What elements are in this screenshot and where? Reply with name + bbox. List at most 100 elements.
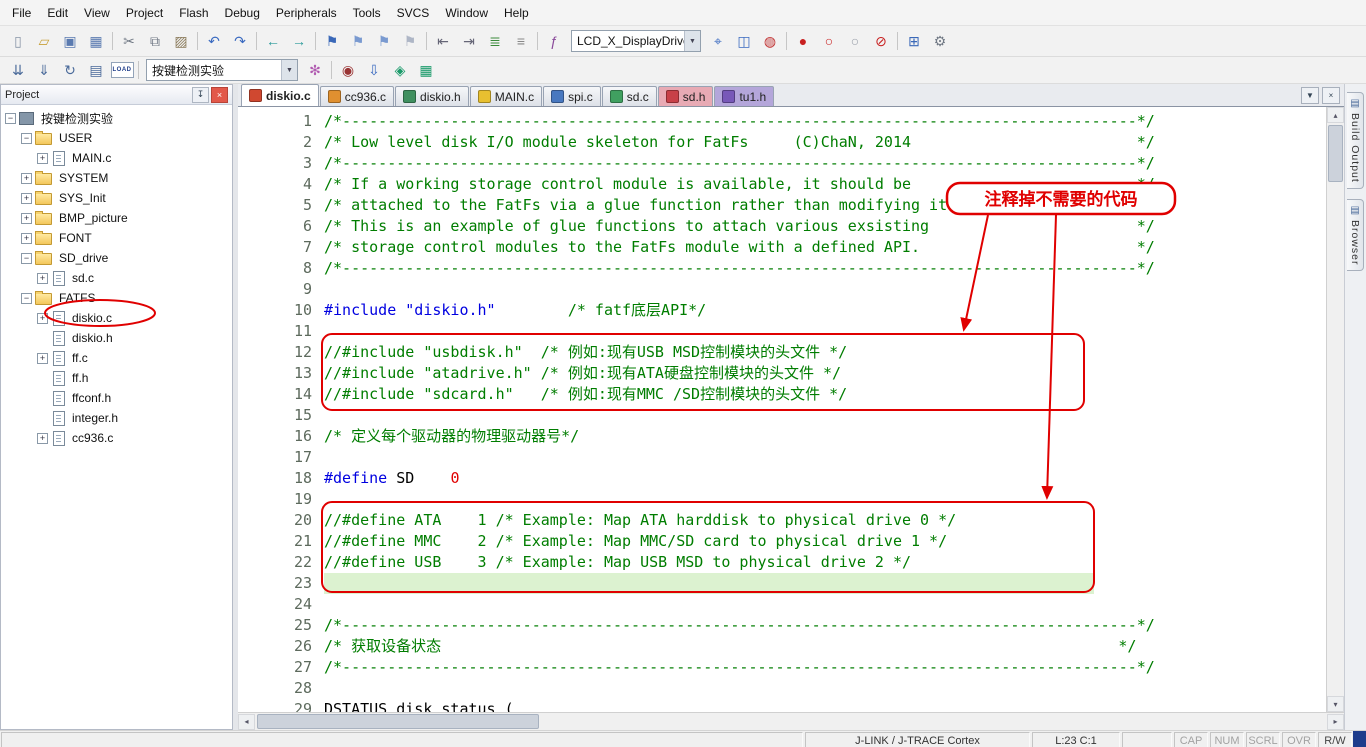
menu-item-peripherals[interactable]: Peripherals: [268, 2, 345, 24]
insert-breakpoint-button[interactable]: ●: [790, 29, 816, 53]
options-for-target-button[interactable]: ✻: [302, 58, 328, 82]
code-line-6[interactable]: 6 /* This is an example of glue functions…: [238, 216, 1326, 237]
search-magnifier-button[interactable]: ◍: [757, 29, 783, 53]
expand-icon[interactable]: +: [21, 212, 32, 224]
code-line-4[interactable]: 4 /* If a working storage control module …: [238, 174, 1326, 195]
expand-icon[interactable]: +: [21, 192, 32, 204]
tree-item-ff.c[interactable]: + ff.c: [1, 348, 232, 368]
kill-all-breakpoints-button[interactable]: ⊘: [868, 29, 894, 53]
editor-vscrollbar[interactable]: ▴ ▾: [1326, 107, 1344, 712]
code-area[interactable]: 1 /*-------------------------------------…: [238, 107, 1326, 712]
code-line-23[interactable]: 23: [238, 573, 1326, 594]
expand-icon[interactable]: +: [37, 312, 48, 324]
scroll-right-icon[interactable]: ▸: [1327, 713, 1344, 730]
scroll-up-icon[interactable]: ▴: [1327, 107, 1344, 123]
clear-bookmarks-button[interactable]: ⚑: [397, 29, 423, 53]
copy-button[interactable]: ⧉: [142, 29, 168, 53]
expand-icon[interactable]: +: [37, 432, 48, 444]
save-all-button[interactable]: ▦: [83, 29, 109, 53]
enable-breakpoint-button[interactable]: ○: [816, 29, 842, 53]
redo-button[interactable]: ↷: [227, 29, 253, 53]
collapse-icon[interactable]: −: [21, 132, 32, 144]
tab-list-dropdown[interactable]: ▼: [1301, 86, 1319, 104]
tree-item-按键检测实验[interactable]: − 按键检测实验: [1, 108, 232, 128]
tree-item-FATFS[interactable]: − FATFS: [1, 288, 232, 308]
tree-item-ff.h[interactable]: ff.h: [1, 368, 232, 388]
uncomment-button[interactable]: ≡: [508, 29, 534, 53]
tree-item-SD_drive[interactable]: − SD_drive: [1, 248, 232, 268]
translate-file-button[interactable]: ⇊: [5, 58, 31, 82]
configure-button[interactable]: ⚙: [927, 29, 953, 53]
menu-item-flash[interactable]: Flash: [171, 2, 216, 24]
collapse-icon[interactable]: −: [21, 292, 32, 304]
tree-item-SYS_Init[interactable]: + SYS_Init: [1, 188, 232, 208]
tree-item-cc936.c[interactable]: + cc936.c: [1, 428, 232, 448]
disable-all-breakpoints-button[interactable]: ○: [842, 29, 868, 53]
code-line-1[interactable]: 1 /*-------------------------------------…: [238, 111, 1326, 132]
comment-button[interactable]: ≣: [482, 29, 508, 53]
code-line-20[interactable]: 20 //#define ATA 1 /* Example: Map ATA ha…: [238, 510, 1326, 531]
tree-item-SYSTEM[interactable]: + SYSTEM: [1, 168, 232, 188]
code-line-10[interactable]: 10 #include "diskio.h" /* fatf底层API*/: [238, 300, 1326, 321]
editor-hscrollbar[interactable]: ◂ ▸: [238, 712, 1344, 730]
tab-MAIN.c[interactable]: MAIN.c: [469, 86, 543, 106]
close-tab-button[interactable]: ×: [1322, 86, 1340, 104]
tree-item-USER[interactable]: − USER: [1, 128, 232, 148]
batch-build-button[interactable]: ▤: [83, 58, 109, 82]
collapse-icon[interactable]: −: [21, 252, 32, 264]
close-panel-button[interactable]: ×: [211, 86, 228, 103]
toggle-bookmark-button[interactable]: ⚑: [319, 29, 345, 53]
menu-item-view[interactable]: View: [76, 2, 118, 24]
dock-tab-build-output[interactable]: ▤ Build Output: [1347, 92, 1364, 189]
code-line-28[interactable]: 28: [238, 678, 1326, 699]
paste-button[interactable]: ▨: [168, 29, 194, 53]
code-line-24[interactable]: 24: [238, 594, 1326, 615]
code-line-27[interactable]: 27 /*------------------------------------…: [238, 657, 1326, 678]
code-line-19[interactable]: 19: [238, 489, 1326, 510]
tab-sd.c[interactable]: sd.c: [601, 86, 657, 106]
tab-sd.h[interactable]: sd.h: [657, 86, 714, 106]
build-button[interactable]: ⇓: [31, 58, 57, 82]
tree-item-sd.c[interactable]: + sd.c: [1, 268, 232, 288]
window-layout-button[interactable]: ⊞: [901, 29, 927, 53]
code-line-29[interactable]: 29 DSTATUS disk_status (: [238, 699, 1326, 712]
collapse-icon[interactable]: −: [5, 112, 16, 124]
flash-download-button[interactable]: ⇩: [361, 58, 387, 82]
code-line-12[interactable]: 12 //#include "usbdisk.h" /* 例如:现有USB MSD…: [238, 342, 1326, 363]
tab-cc936.c[interactable]: cc936.c: [319, 86, 395, 106]
menu-item-edit[interactable]: Edit: [39, 2, 76, 24]
load-button[interactable]: LOAD: [109, 58, 135, 82]
code-line-7[interactable]: 7 /* storage control modules to the FatFs…: [238, 237, 1326, 258]
code-line-11[interactable]: 11: [238, 321, 1326, 342]
menu-item-file[interactable]: File: [4, 2, 39, 24]
cut-button[interactable]: ✂: [116, 29, 142, 53]
search-combo[interactable]: LCD_X_DisplayDriver ▼: [571, 30, 701, 52]
rebuild-button[interactable]: ↻: [57, 58, 83, 82]
tab-tu1.h[interactable]: tu1.h: [714, 86, 775, 106]
new-file-button[interactable]: ▯: [5, 29, 31, 53]
scroll-left-icon[interactable]: ◂: [238, 713, 255, 730]
pack-installer-button[interactable]: ▦: [413, 58, 439, 82]
find-in-files-button[interactable]: ◫: [731, 29, 757, 53]
indent-button[interactable]: ⇥: [456, 29, 482, 53]
code-line-25[interactable]: 25 /*------------------------------------…: [238, 615, 1326, 636]
expand-icon[interactable]: +: [21, 172, 32, 184]
function-list-button[interactable]: ƒ: [541, 29, 567, 53]
tree-item-integer.h[interactable]: integer.h: [1, 408, 232, 428]
expand-icon[interactable]: +: [37, 272, 48, 284]
code-line-2[interactable]: 2 /* Low level disk I/O module skeleton f…: [238, 132, 1326, 153]
tab-diskio.h[interactable]: diskio.h: [395, 86, 469, 106]
tree-item-diskio.h[interactable]: diskio.h: [1, 328, 232, 348]
target-select-combo[interactable]: 按键检测实验 ▼: [146, 59, 298, 81]
code-line-17[interactable]: 17: [238, 447, 1326, 468]
pin-icon[interactable]: ↧: [192, 86, 209, 103]
next-bookmark-button[interactable]: ⚑: [371, 29, 397, 53]
menu-item-debug[interactable]: Debug: [217, 2, 268, 24]
code-line-9[interactable]: 9: [238, 279, 1326, 300]
chevron-down-icon[interactable]: ▼: [281, 60, 297, 80]
menu-item-svcs[interactable]: SVCS: [389, 2, 438, 24]
expand-icon[interactable]: +: [37, 352, 48, 364]
code-line-3[interactable]: 3 /*-------------------------------------…: [238, 153, 1326, 174]
code-line-15[interactable]: 15: [238, 405, 1326, 426]
debug-session-button[interactable]: ◉: [335, 58, 361, 82]
